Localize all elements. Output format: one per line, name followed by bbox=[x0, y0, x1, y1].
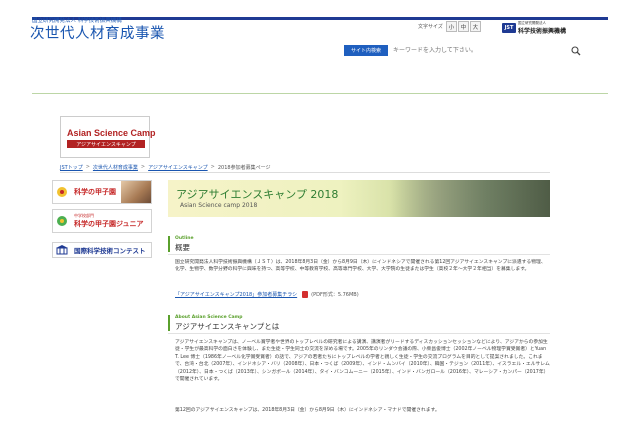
about-section-heading: About Asian Science Camp アジアサイエンスキャンプとは bbox=[168, 315, 279, 331]
breadcrumb-divider bbox=[60, 172, 550, 173]
main-banner-title: アジアサイエンスキャンプ 2018 bbox=[176, 188, 339, 201]
sidebar-banner-koshien-junior[interactable]: 中学校部門 科学の甲子園ジュニア bbox=[52, 209, 152, 233]
header-divider bbox=[32, 93, 608, 94]
sidebar-banner-koshien[interactable]: 科学の甲子園 bbox=[52, 180, 152, 204]
sidebar-banner-label: 科学の甲子園 bbox=[74, 188, 116, 196]
breadcrumb-jst-top[interactable]: JSTトップ bbox=[60, 164, 83, 171]
outline-section-heading: Outline 概要 bbox=[168, 236, 194, 252]
about-text: アジアサイエンスキャンプは、ノーベル賞学者や世界のトップレベルの研究者による講演… bbox=[175, 340, 550, 383]
site-search-button[interactable]: サイト内検索 bbox=[344, 45, 388, 56]
main-banner-photo bbox=[390, 180, 550, 217]
breadcrumb-next-gen[interactable]: 次世代人材育成事業 bbox=[93, 164, 138, 171]
sidebar-banner-international-contest[interactable]: 国際科学技術コンテスト bbox=[52, 242, 152, 258]
font-size-medium-button[interactable]: 中 bbox=[457, 21, 469, 32]
font-size-large-button[interactable]: 大 bbox=[469, 21, 481, 32]
asian-science-camp-logo[interactable]: Asian Science Camp アジアサイエンスキャンプ bbox=[60, 116, 156, 158]
koshien-photo bbox=[121, 181, 151, 203]
breadcrumb: JSTトップ > 次世代人材育成事業 > アジアサイエンスキャンプ > 2018… bbox=[60, 164, 271, 171]
flyer-pdf-link[interactable]: 「アジアサイエンスキャンプ2018」参加者募集チラシ bbox=[175, 291, 297, 298]
about-divider bbox=[168, 333, 550, 334]
logo-title: Asian Science Camp bbox=[67, 128, 156, 138]
about-heading-ja: アジアサイエンスキャンプとは bbox=[175, 322, 280, 331]
koshien-icon bbox=[53, 181, 71, 203]
font-size-label: 文字サイズ bbox=[418, 24, 443, 30]
breadcrumb-current: 2018参加者募集ページ bbox=[217, 165, 271, 171]
search-input[interactable] bbox=[390, 45, 554, 56]
sidebar-banner-mini-label: 中学校部門 bbox=[74, 213, 94, 218]
outline-heading-ja: 概要 bbox=[175, 243, 190, 252]
outline-divider bbox=[168, 254, 550, 255]
sidebar-banner-label: 科学の甲子園ジュニア bbox=[74, 220, 144, 228]
flyer-download: 「アジアサイエンスキャンプ2018」参加者募集チラシ (PDF形式：5.76MB… bbox=[175, 291, 359, 298]
outline-text: 国立研究開発法人科学技術振興機構（ＪＳＴ）は、2018年8月3日（金）から8月9… bbox=[175, 260, 546, 273]
jst-logo-text: 科学技術振興機構 bbox=[518, 28, 567, 35]
logo-subtitle: アジアサイエンスキャンプ bbox=[67, 140, 145, 148]
font-size-switcher: 文字サイズ 小 中 大 bbox=[418, 21, 482, 32]
jst-logo-icon: JST bbox=[502, 23, 516, 33]
about-text-2: 第12回のアジアサイエンスキャンプは、2018年8月3日（金）から8月9日（木）… bbox=[175, 408, 440, 413]
pdf-icon bbox=[302, 291, 309, 298]
koshien-junior-icon bbox=[53, 210, 71, 232]
flyer-file-size: (PDF形式：5.76MB) bbox=[311, 292, 359, 298]
building-icon bbox=[53, 243, 71, 257]
about-heading-en: About Asian Science Camp bbox=[175, 315, 243, 320]
search-icon[interactable] bbox=[571, 46, 581, 56]
outline-heading-en: Outline bbox=[175, 236, 194, 241]
sidebar-banner-label: 国際科学技術コンテスト bbox=[74, 247, 146, 255]
jst-logo-link[interactable]: JST 国立研究開発法人 科学技術振興機構 bbox=[502, 21, 566, 35]
site-title-link[interactable]: 次世代人材育成事業 bbox=[30, 22, 165, 43]
main-banner-subtitle: Asian Science camp 2018 bbox=[180, 202, 258, 209]
main-banner: アジアサイエンスキャンプ 2018 Asian Science camp 201… bbox=[168, 180, 550, 217]
font-size-small-button[interactable]: 小 bbox=[445, 21, 457, 32]
breadcrumb-asian-science-camp[interactable]: アジアサイエンスキャンプ bbox=[148, 164, 208, 171]
